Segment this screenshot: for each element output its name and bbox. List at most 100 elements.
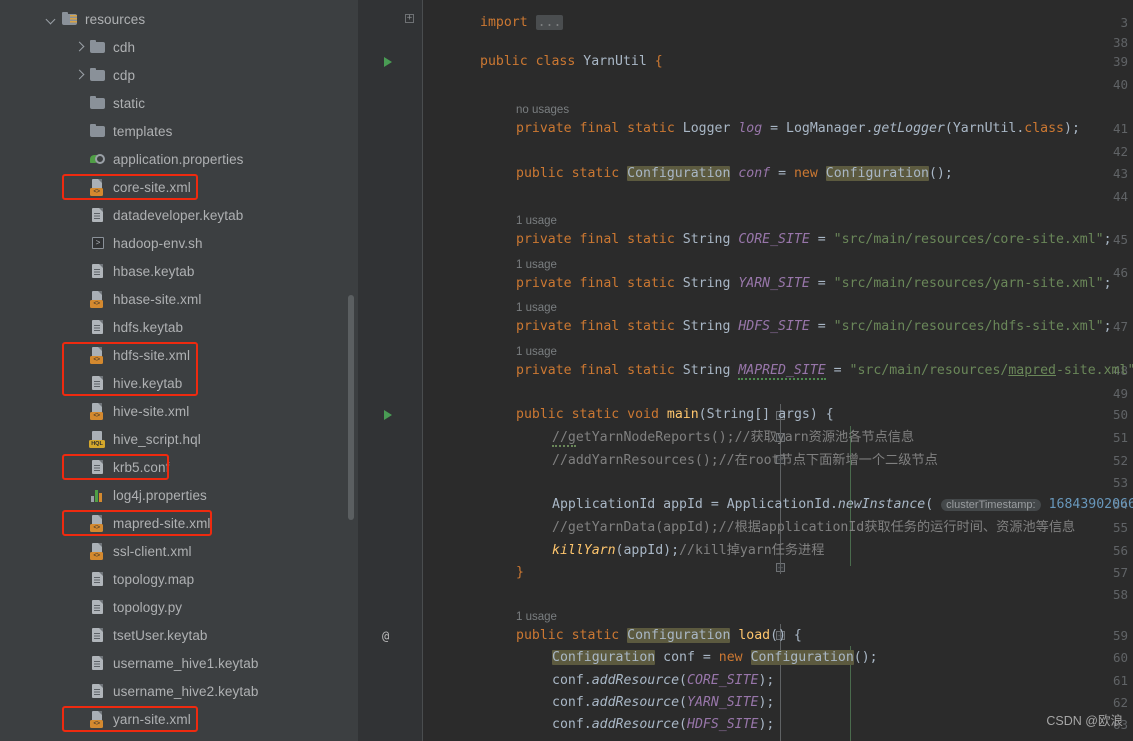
editor-gutter[interactable] <box>358 0 423 741</box>
properties-file-icon <box>89 151 107 167</box>
code-line-45[interactable]: private final static String CORE_SITE = … <box>516 229 1112 251</box>
twisty-spacer <box>74 97 86 109</box>
chevron-down-icon[interactable] <box>46 13 58 25</box>
code-line-3[interactable]: import ... <box>480 12 563 34</box>
twisty-spacer <box>74 573 86 585</box>
annotation-gutter-icon[interactable]: @ <box>382 629 389 643</box>
tree-item-label: hdfs-site.xml <box>113 348 190 363</box>
run-gutter-icon[interactable] <box>384 57 392 67</box>
code-content[interactable]: import ... public class YarnUtil { no us… <box>424 0 1133 741</box>
tree-item-cdh[interactable]: cdh <box>74 33 135 61</box>
code-line-56[interactable]: killYarn(appId);//kill掉yarn任务进程 <box>552 540 824 562</box>
chevron-right-icon[interactable] <box>74 69 86 81</box>
code-editor[interactable]: 3 38 39 40 41 42 43 44 45 46 47 48 49 50… <box>358 0 1133 741</box>
document-file-icon <box>89 627 107 643</box>
tree-item-label: hdfs.keytab <box>113 320 183 335</box>
xml-file-icon: <> <box>89 179 107 195</box>
code-line-51[interactable]: //getYarnNodeReports();//获取yarn资源池各节点信息 <box>552 427 914 449</box>
tree-item-label: mapred-site.xml <box>113 516 211 531</box>
twisty-spacer <box>74 349 86 361</box>
tree-item-ssl-client-xml[interactable]: <>ssl-client.xml <box>74 537 192 565</box>
code-line-54[interactable]: ApplicationId appId = ApplicationId.newI… <box>552 494 1133 516</box>
tree-item-label: topology.map <box>113 572 194 587</box>
folder-icon <box>89 123 107 139</box>
tree-item-label: hadoop-env.sh <box>113 236 203 251</box>
document-file-icon <box>89 571 107 587</box>
tree-item-label: cdh <box>113 40 135 55</box>
twisty-spacer <box>74 601 86 613</box>
twisty-spacer <box>74 265 86 277</box>
param-hint-cluster-timestamp: clusterTimestamp: <box>941 499 1040 511</box>
tree-item-log4j-properties[interactable]: log4j.properties <box>74 481 207 509</box>
code-line-48[interactable]: private final static String MAPRED_SITE … <box>516 360 1133 382</box>
tree-item-hdfs-keytab[interactable]: hdfs.keytab <box>74 313 183 341</box>
chevron-right-icon[interactable] <box>74 41 86 53</box>
fold-expand-icon[interactable]: + <box>405 14 414 23</box>
twisty-spacer <box>74 433 86 445</box>
document-file-icon <box>89 375 107 391</box>
tree-item-hive-script-hql[interactable]: HQLhive_script.hql <box>74 425 201 453</box>
tree-item-hive-site-xml[interactable]: <> hive-site.xml <box>74 397 189 425</box>
code-line-60[interactable]: Configuration conf = new Configuration()… <box>552 647 878 669</box>
tree-item-username-hive1-keytab[interactable]: username_hive1.keytab <box>74 649 258 677</box>
twisty-spacer <box>74 685 86 697</box>
tree-item-yarn-site-xml[interactable]: <>yarn-site.xml <box>74 705 191 733</box>
tree-item-topology-py[interactable]: topology.py <box>74 593 182 621</box>
tree-item-label: tsetUser.keytab <box>113 628 208 643</box>
folder-icon <box>89 67 107 83</box>
tree-item-application-properties[interactable]: application.properties <box>74 145 244 173</box>
code-line-43[interactable]: public static Configuration conf = new C… <box>516 163 953 185</box>
code-line-63[interactable]: conf.addResource(HDFS_SITE); <box>552 714 774 736</box>
tree-item-cdp[interactable]: cdp <box>74 61 135 89</box>
tree-item-core-site-xml[interactable]: <>core-site.xml <box>74 173 191 201</box>
tree-item-username-hive2-keytab[interactable]: username_hive2.keytab <box>74 677 258 705</box>
code-line-47[interactable]: private final static String HDFS_SITE = … <box>516 316 1112 338</box>
inlay-hint-no-usages: no usages <box>516 101 569 119</box>
code-line-62[interactable]: conf.addResource(YARN_SITE); <box>552 692 774 714</box>
document-file-icon <box>89 655 107 671</box>
tree-item-datadeveloper-keytab[interactable]: datadeveloper.keytab <box>74 201 243 229</box>
code-line-57[interactable]: } <box>516 562 524 584</box>
folder-icon <box>89 39 107 55</box>
tree-item-hbase-site-xml[interactable]: <>hbase-site.xml <box>74 285 201 313</box>
document-file-icon <box>89 459 107 475</box>
tree-item-mapred-site-xml[interactable]: <> mapred-site.xml <box>74 509 211 537</box>
twisty-spacer <box>74 237 86 249</box>
inlay-hint-usage: 1 usage <box>516 299 557 317</box>
xml-file-icon: <> <box>89 403 107 419</box>
tree-item-label: resources <box>85 12 145 27</box>
code-line-50[interactable]: public static void main(String[] args) { <box>516 404 834 426</box>
code-line-55[interactable]: //getYarnData(appId);//根据applicationId获取… <box>552 517 1075 539</box>
tree-item-resources[interactable]: resources <box>46 5 145 33</box>
twisty-spacer <box>74 545 86 557</box>
tree-item-hbase-keytab[interactable]: hbase.keytab <box>74 257 195 285</box>
code-line-61[interactable]: conf.addResource(CORE_SITE); <box>552 670 774 692</box>
tree-item-label: hive_script.hql <box>113 432 201 447</box>
project-tree-panel[interactable]: resources cdh cdp static templatesapplicatio… <box>0 0 358 741</box>
xml-file-icon: <> <box>89 291 107 307</box>
tree-item-label: hive.keytab <box>113 376 182 391</box>
csdn-watermark: CSDN @欧浪 <box>1046 710 1123 729</box>
tree-item-label: static <box>113 96 145 111</box>
tree-item-static[interactable]: static <box>74 89 145 117</box>
code-line-41[interactable]: private final static Logger log = LogMan… <box>516 118 1080 140</box>
twisty-spacer <box>74 657 86 669</box>
tree-item-krb5-conf[interactable]: krb5.conf <box>74 453 169 481</box>
collapsed-imports[interactable]: ... <box>536 15 564 30</box>
tree-item-tsetuser-keytab[interactable]: tsetUser.keytab <box>74 621 208 649</box>
code-line-46[interactable]: private final static String YARN_SITE = … <box>516 273 1112 295</box>
document-file-icon <box>89 263 107 279</box>
tree-item-hdfs-site-xml[interactable]: <>hdfs-site.xml <box>74 341 190 369</box>
xml-file-icon: <> <box>89 515 107 531</box>
code-line-59[interactable]: public static Configuration load() { <box>516 625 802 647</box>
tree-item-hive-keytab[interactable]: hive.keytab <box>74 369 182 397</box>
code-line-52[interactable]: //addYarnResources();//在root节点下面新增一个二级节点 <box>552 450 938 472</box>
tree-item-templates[interactable]: templates <box>74 117 172 145</box>
tree-scrollbar[interactable] <box>348 295 354 520</box>
run-gutter-icon[interactable] <box>384 410 392 420</box>
tree-item-label: hive-site.xml <box>113 404 189 419</box>
tree-item-hadoop-env-sh[interactable]: >hadoop-env.sh <box>74 229 203 257</box>
xml-file-icon: <> <box>89 711 107 727</box>
code-line-39[interactable]: public class YarnUtil { <box>480 51 663 73</box>
tree-item-topology-map[interactable]: topology.map <box>74 565 194 593</box>
